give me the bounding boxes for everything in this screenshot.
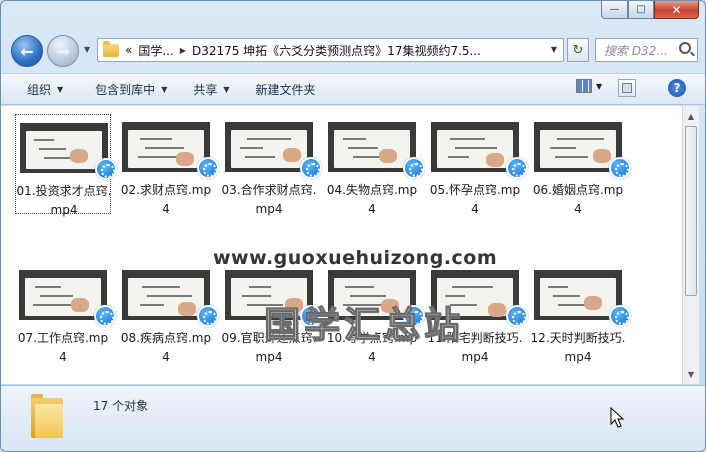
chevron-down-icon: ▼ xyxy=(57,84,64,94)
refresh-button[interactable]: ↻ xyxy=(567,38,589,62)
video-player-icon xyxy=(95,158,117,180)
video-player-icon xyxy=(609,305,631,327)
include-in-library-button[interactable]: 包含到库中 ▼ xyxy=(95,81,167,98)
video-player-icon xyxy=(197,305,219,327)
file-item[interactable]: 09.官职升迁点窍.mp4 xyxy=(221,262,322,364)
file-list-pane[interactable]: 01.投资求才点窍.mp4 02.求财点窍.mp4 03.合作求财点窍.mp4 04.… xyxy=(1,106,682,384)
breadcrumb-separator-icon[interactable]: ▶ xyxy=(180,46,186,55)
recent-pages-dropdown-icon[interactable]: ▼ xyxy=(84,45,90,54)
caption-buttons: — □ ✕ xyxy=(601,1,699,19)
scroll-thumb[interactable] xyxy=(685,126,697,296)
file-name: 02.求财点窍.mp4 xyxy=(120,183,212,216)
file-item[interactable]: 06.婚姻点窍.mp4 xyxy=(530,114,631,216)
file-name: 10.考学点窍.mp4 xyxy=(326,331,418,364)
file-item[interactable]: 02.求财点窍.mp4 xyxy=(118,114,219,216)
address-dropdown-icon[interactable]: ▼ xyxy=(551,45,557,54)
organize-label: 组织 xyxy=(27,82,52,97)
object-count: 17 个对象 xyxy=(93,399,149,413)
help-icon: ? xyxy=(673,81,681,95)
organize-button[interactable]: 组织 ▼ xyxy=(27,81,63,98)
file-item[interactable]: 08.疾病点窍.mp4 xyxy=(118,262,219,364)
file-item[interactable]: 10.考学点窍.mp4 xyxy=(324,262,425,364)
details-pane: 17 个对象 xyxy=(1,385,705,451)
explorer-window: — □ ✕ ← → ▼ « 国学... ▶ D32175 坤拓《六爻分类预测点窍… xyxy=(0,0,706,452)
file-name: 03.合作求财点窍.mp4 xyxy=(221,183,317,216)
command-toolbar: 组织 ▼ 包含到库中 ▼ 共享 ▼ 新建文件夹 ▼ ? xyxy=(1,73,705,105)
video-player-icon xyxy=(403,157,425,179)
help-button[interactable]: ? xyxy=(668,79,686,97)
video-player-icon xyxy=(403,305,425,327)
folder-icon xyxy=(103,40,119,57)
file-name: 12.天时判断技巧.mp4 xyxy=(530,331,626,364)
file-item[interactable]: 07.工作点窍.mp4 xyxy=(15,262,116,364)
video-player-icon xyxy=(609,157,631,179)
include-in-library-label: 包含到库中 xyxy=(95,82,156,97)
minimize-button[interactable]: — xyxy=(601,1,628,19)
file-name: 05.怀孕点窍.mp4 xyxy=(429,183,521,216)
breadcrumb-item-guoxue[interactable]: 国学... xyxy=(138,42,173,59)
file-item[interactable]: 05.怀孕点窍.mp4 xyxy=(427,114,528,216)
scroll-up-icon[interactable]: ▲ xyxy=(683,108,699,124)
address-bar[interactable]: « 国学... ▶ D32175 坤拓《六爻分类预测点窍》17集视频约7.5..… xyxy=(97,38,564,62)
video-player-icon xyxy=(197,157,219,179)
video-player-icon xyxy=(506,157,528,179)
search-placeholder: 搜索 D32... xyxy=(604,43,668,58)
preview-pane-button[interactable] xyxy=(618,79,636,97)
chevron-down-icon: ▼ xyxy=(223,84,230,94)
vertical-scrollbar[interactable]: ▲ ▼ xyxy=(682,106,699,384)
mouse-cursor-icon xyxy=(610,407,624,428)
back-arrow-icon: ← xyxy=(20,41,34,61)
video-player-icon xyxy=(94,305,116,327)
file-item[interactable]: 11.阳宅判断技巧.mp4 xyxy=(427,262,528,364)
file-name: 08.疾病点窍.mp4 xyxy=(120,331,212,364)
preview-pane-icon xyxy=(622,83,632,93)
forward-button[interactable]: → xyxy=(47,35,79,67)
file-name: 06.婚姻点窍.mp4 xyxy=(532,183,624,216)
view-icon xyxy=(576,79,592,93)
chevron-down-icon: ▼ xyxy=(596,81,603,91)
video-player-icon xyxy=(300,157,322,179)
file-item[interactable]: 01.投资求才点窍.mp4 xyxy=(15,114,117,217)
file-item[interactable]: 03.合作求财点窍.mp4 xyxy=(221,114,322,216)
chevron-down-icon: ▼ xyxy=(161,84,168,94)
back-button[interactable]: ← xyxy=(11,35,43,67)
folder-icon xyxy=(31,394,63,438)
video-player-icon xyxy=(506,305,528,327)
breadcrumb-item-current-folder[interactable]: D32175 坤拓《六爻分类预测点窍》17集视频约7.5... xyxy=(192,42,481,59)
file-name: 04.失物点窍.mp4 xyxy=(326,183,418,216)
file-item[interactable]: 12.天时判断技巧.mp4 xyxy=(530,262,631,364)
change-view-button[interactable]: ▼ xyxy=(576,79,602,93)
search-input[interactable]: 搜索 D32... xyxy=(595,38,698,62)
file-item[interactable]: 04.失物点窍.mp4 xyxy=(324,114,425,216)
share-label: 共享 xyxy=(193,82,218,97)
refresh-icon: ↻ xyxy=(572,42,584,58)
new-folder-button[interactable]: 新建文件夹 xyxy=(256,81,316,98)
new-folder-label: 新建文件夹 xyxy=(255,82,316,97)
maximize-button[interactable]: □ xyxy=(628,1,654,19)
video-player-icon xyxy=(300,305,322,327)
navigation-bar: ← → ▼ « 国学... ▶ D32175 坤拓《六爻分类预测点窍》17集视频… xyxy=(1,33,705,71)
scroll-down-icon[interactable]: ▼ xyxy=(683,366,699,382)
file-name: 01.投资求才点窍.mp4 xyxy=(16,184,112,217)
file-name: 11.阳宅判断技巧.mp4 xyxy=(427,331,523,364)
close-button[interactable]: ✕ xyxy=(654,1,699,19)
share-button[interactable]: 共享 ▼ xyxy=(193,81,229,98)
search-icon xyxy=(679,42,691,54)
file-name: 07.工作点窍.mp4 xyxy=(17,331,109,364)
breadcrumb-overflow[interactable]: « xyxy=(125,43,132,57)
file-name: 09.官职升迁点窍.mp4 xyxy=(221,331,317,364)
forward-arrow-icon: → xyxy=(56,41,70,61)
